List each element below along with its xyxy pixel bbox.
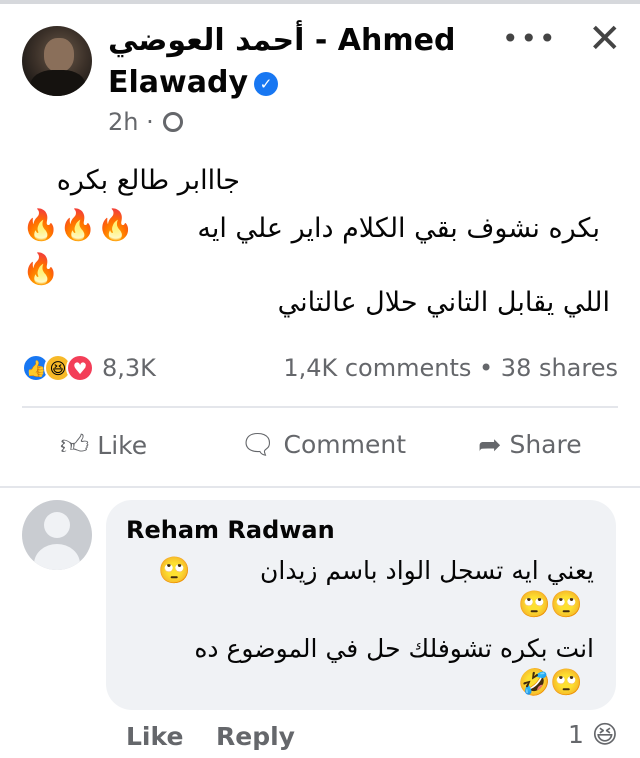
comment-reaction-count: 1 [568,720,584,749]
author-name[interactable]: أحمد العوضي - Ahmed Elawady ✓ [108,20,488,104]
more-options-button[interactable]: ••• [502,22,558,55]
globe-icon [163,112,184,132]
like-label: Like [97,430,148,460]
shares-count[interactable]: 38 shares [501,354,618,382]
comments-divider [0,486,640,488]
comment-bubble: Reham Radwan يعني ايه تسجل الواد باسم زي… [106,500,616,710]
comment-line-1: يعني ايه تسجل الواد باسم زيدان [260,556,594,585]
commenter-avatar[interactable] [22,500,92,570]
comment-line-2: انت بكره تشوفلك حل في الموضوع ده [194,634,594,663]
reactions-summary[interactable]: 👍 😆 ♥ 8,3K [22,354,156,382]
author-name-text[interactable]: أحمد العوضي - Ahmed Elawady [108,23,455,100]
author-avatar[interactable] [22,26,92,96]
commenter-name[interactable]: Reham Radwan [126,516,335,544]
verified-badge-icon: ✓ [254,72,279,96]
comment-reaction-summary[interactable]: 1 😆 [568,720,618,749]
share-button[interactable]: ➦ Share [478,428,582,461]
avatar-coat [30,70,86,96]
like-button[interactable]: 👍︎ Like [60,428,147,462]
comment-reply-button[interactable]: Reply [216,722,295,751]
top-divider [0,0,640,4]
rolling-eyes-emoji-pair: 🙄🙄 [518,590,583,620]
post-line-3: اللي يقابل التاني حلال عالتاني [277,287,610,318]
fire-emoji-row: 🔥🔥🔥 [22,208,135,243]
post-meta: 2h · [108,108,184,136]
share-label: Share [509,430,582,459]
share-arrow-icon: ➦ [478,428,502,461]
default-avatar-body [34,544,80,570]
love-reaction-icon: ♥ [66,354,94,382]
post-time[interactable]: 2h [108,108,138,136]
default-avatar-head [44,512,70,538]
comments-count[interactable]: 1,4K comments [283,354,471,382]
thumbs-up-icon: 👍︎ [60,428,90,461]
post-line-1: جااابر طالع بكره [56,165,240,196]
fire-emoji: 🔥 [22,252,60,287]
post-line-2: بكره نشوف بقي الكلام داير علي ايه [197,213,600,244]
comment-button[interactable]: 🗨︎ Comment [240,428,406,461]
comment-bubble-icon: 🗨︎ [240,428,276,461]
close-button[interactable]: ✕ [588,16,622,62]
reaction-count[interactable]: 8,3K [102,354,156,382]
laughing-rolling-eyes-emoji: 🤣🙄 [518,668,583,698]
avatar-face [44,38,74,72]
post-stats: 1,4K comments • 38 shares [283,354,618,382]
laughing-emoji-icon: 😆 [591,720,618,749]
post-actions: 👍︎ Like 🗨︎ Comment ➦ Share [0,420,640,476]
comment-like-button[interactable]: Like [126,722,183,751]
rolling-eyes-emoji: 🙄 [158,556,191,586]
actions-top-divider [22,406,618,408]
comment-label: Comment [283,430,407,459]
